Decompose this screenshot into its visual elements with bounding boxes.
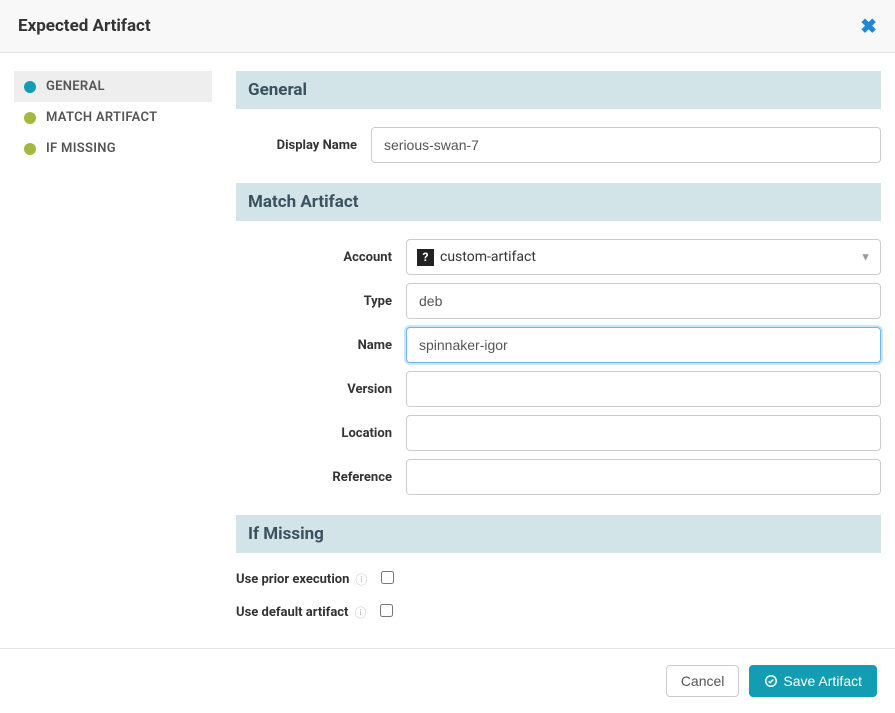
help-icon[interactable]: ⓘ	[355, 571, 367, 588]
display-name-label: Display Name	[236, 138, 371, 153]
form-row-reference: Reference	[236, 459, 881, 495]
account-label: Account	[236, 250, 406, 265]
reference-label: Reference	[236, 470, 406, 485]
status-dot-icon	[24, 112, 36, 124]
status-dot-icon	[24, 81, 36, 93]
form-row-type: Type	[236, 283, 881, 319]
cancel-label: Cancel	[681, 673, 725, 689]
location-input[interactable]	[406, 415, 881, 451]
save-button[interactable]: Save Artifact	[749, 665, 877, 697]
section-match-artifact: Match Artifact Account ? custom-artifact…	[236, 183, 881, 495]
sidebar-item-label: GENERAL	[46, 79, 105, 94]
modal-header: Expected Artifact ✖	[0, 0, 895, 53]
type-input[interactable]	[406, 283, 881, 319]
checkbox-row-default: Use default artifact ⓘ	[236, 604, 881, 621]
form-row-display-name: Display Name	[236, 127, 881, 163]
save-label: Save Artifact	[783, 673, 862, 689]
form-row-version: Version	[236, 371, 881, 407]
sidebar-item-label: IF MISSING	[46, 141, 116, 156]
reference-input[interactable]	[406, 459, 881, 495]
cancel-button[interactable]: Cancel	[666, 665, 740, 697]
use-prior-label: Use prior execution	[236, 572, 349, 587]
section-header-general: General	[236, 71, 881, 109]
use-prior-checkbox[interactable]	[381, 571, 394, 584]
check-circle-icon	[764, 674, 778, 688]
status-dot-icon	[24, 143, 36, 155]
name-input[interactable]	[406, 327, 881, 363]
name-label: Name	[236, 338, 406, 353]
account-select[interactable]: ? custom-artifact	[406, 239, 881, 275]
location-label: Location	[236, 426, 406, 441]
use-default-checkbox[interactable]	[380, 604, 393, 617]
sidebar-item-label: MATCH ARTIFACT	[46, 110, 157, 125]
modal-title: Expected Artifact	[18, 16, 151, 36]
sidebar-item-general[interactable]: GENERAL	[14, 71, 212, 102]
form-row-location: Location	[236, 415, 881, 451]
type-label: Type	[236, 294, 406, 309]
help-icon[interactable]: ⓘ	[354, 604, 366, 621]
account-value: custom-artifact	[440, 249, 536, 265]
modal-body: GENERAL MATCH ARTIFACT IF MISSING Genera…	[0, 53, 895, 648]
checkbox-row-prior: Use prior execution ⓘ	[236, 571, 881, 588]
sidebar: GENERAL MATCH ARTIFACT IF MISSING	[14, 71, 212, 648]
modal-footer: Cancel Save Artifact	[0, 648, 895, 713]
display-name-input[interactable]	[371, 127, 881, 163]
form-row-name: Name	[236, 327, 881, 363]
section-if-missing: If Missing Use prior execution ⓘ Use def…	[236, 515, 881, 621]
form-row-account: Account ? custom-artifact ▼	[236, 239, 881, 275]
version-input[interactable]	[406, 371, 881, 407]
sidebar-item-match-artifact[interactable]: MATCH ARTIFACT	[14, 102, 212, 133]
account-select-wrap: ? custom-artifact ▼	[406, 239, 881, 275]
section-header-missing: If Missing	[236, 515, 881, 553]
version-label: Version	[236, 382, 406, 397]
section-general: General Display Name	[236, 71, 881, 163]
section-header-match: Match Artifact	[236, 183, 881, 221]
use-default-label: Use default artifact	[236, 605, 348, 620]
close-icon[interactable]: ✖	[860, 14, 877, 38]
sidebar-item-if-missing[interactable]: IF MISSING	[14, 133, 212, 164]
main-panel: General Display Name Match Artifact Acco…	[236, 71, 881, 648]
question-icon: ?	[417, 249, 434, 266]
